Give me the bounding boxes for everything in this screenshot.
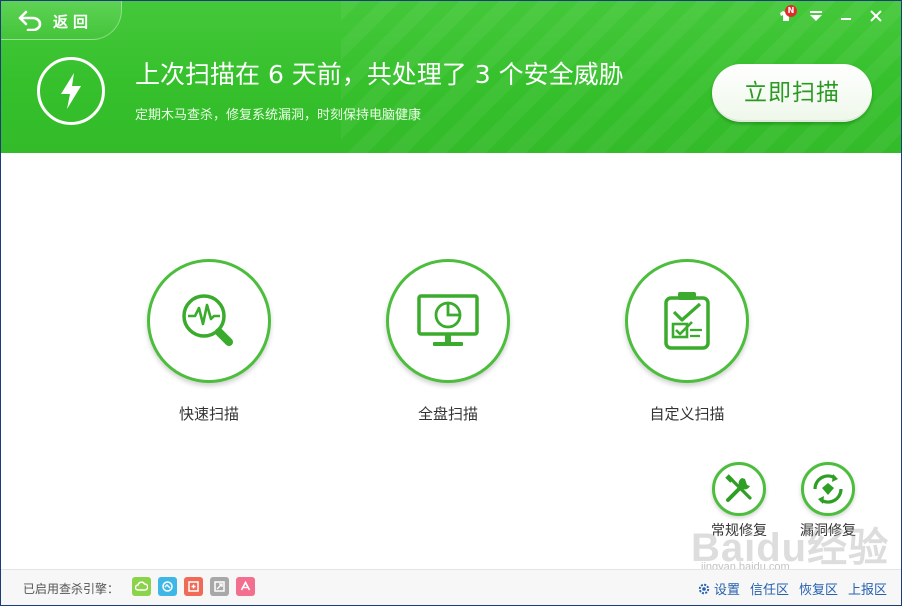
avira-engine-icon <box>240 580 251 591</box>
custom-scan-option[interactable]: 自定义扫描 <box>617 259 757 424</box>
back-label: 返回 <box>53 13 94 31</box>
cloud-engine-icon <box>135 581 148 591</box>
settings-link[interactable]: 设置 <box>697 579 740 598</box>
close-button[interactable] <box>861 5 891 27</box>
tools-icon <box>725 474 752 502</box>
status-footer: 已启用查杀引擎： 设置 信任区 恢复区 上报区 <box>1 569 901 605</box>
full-scan-icon <box>417 294 479 346</box>
lightning-badge <box>37 57 105 125</box>
engines-label: 已启用查杀引擎： <box>23 582 120 596</box>
custom-scan-button[interactable] <box>625 259 749 383</box>
report-zone-link[interactable]: 上报区 <box>848 579 887 598</box>
system-engine-icon <box>188 581 199 592</box>
regular-repair-option[interactable]: 常规修复 <box>702 462 776 540</box>
full-scan-option[interactable]: 全盘扫描 <box>378 259 518 424</box>
regular-repair-button[interactable] <box>712 462 766 516</box>
regular-repair-label: 常规修复 <box>711 523 767 539</box>
notification-badge: N <box>785 5 797 17</box>
avira-engine-button[interactable] <box>236 577 255 596</box>
vulnerability-repair-label: 漏洞修复 <box>800 523 856 539</box>
gear-icon <box>698 583 710 594</box>
vulnerability-repair-option[interactable]: 漏洞修复 <box>791 462 865 540</box>
system-engine-button[interactable] <box>184 577 203 596</box>
minimize-icon <box>841 18 851 20</box>
quick-scan-label: 快速扫描 <box>178 405 239 423</box>
full-scan-label: 全盘扫描 <box>417 405 478 423</box>
quick-scan-icon <box>182 294 233 346</box>
quick-scan-button[interactable] <box>147 259 271 383</box>
cloud-engine-button[interactable] <box>132 577 151 596</box>
trust-zone-link[interactable]: 信任区 <box>750 579 789 598</box>
menu-button[interactable] <box>801 5 831 27</box>
quick-scan-option[interactable]: 快速扫描 <box>139 259 279 424</box>
vulnerability-repair-button[interactable] <box>801 462 855 516</box>
bitdefender-engine-icon <box>214 581 225 592</box>
lightning-icon <box>61 73 81 109</box>
close-icon <box>870 10 882 22</box>
scan-status-headline: 上次扫描在 6 天前，共处理了 3 个安全威胁 <box>135 60 624 89</box>
full-scan-button[interactable] <box>386 259 510 383</box>
minimize-button[interactable] <box>831 5 861 27</box>
header-banner: 返回 N 上次扫描在 6 天前，共处理了 3 个安全威胁 定期木马查杀，修复系统… <box>1 1 901 153</box>
menu-dropdown-icon <box>810 11 822 21</box>
app-window: 返回 N 上次扫描在 6 天前，共处理了 3 个安全威胁 定期木马查杀，修复系统… <box>1 1 901 605</box>
skin-button[interactable]: N <box>771 5 801 27</box>
qvm-engine-button[interactable] <box>158 577 177 596</box>
qvm-engine-icon <box>162 581 173 592</box>
custom-scan-icon <box>664 292 710 350</box>
back-arrow-icon <box>18 10 42 31</box>
scan-status-subline: 定期木马查杀，修复系统漏洞，时刻保持电脑健康 <box>135 108 422 123</box>
footer-links: 设置 信任区 恢复区 上报区 <box>687 579 887 598</box>
vulnerability-repair-icon <box>813 474 843 504</box>
back-button[interactable]: 返回 <box>1 1 122 40</box>
restore-zone-link[interactable]: 恢复区 <box>799 579 838 598</box>
window-controls: N <box>771 5 891 27</box>
settings-link-label: 设置 <box>713 583 740 598</box>
bitdefender-engine-button[interactable] <box>210 577 229 596</box>
scan-now-button[interactable]: 立即扫描 <box>712 64 872 122</box>
custom-scan-label: 自定义扫描 <box>649 405 725 423</box>
